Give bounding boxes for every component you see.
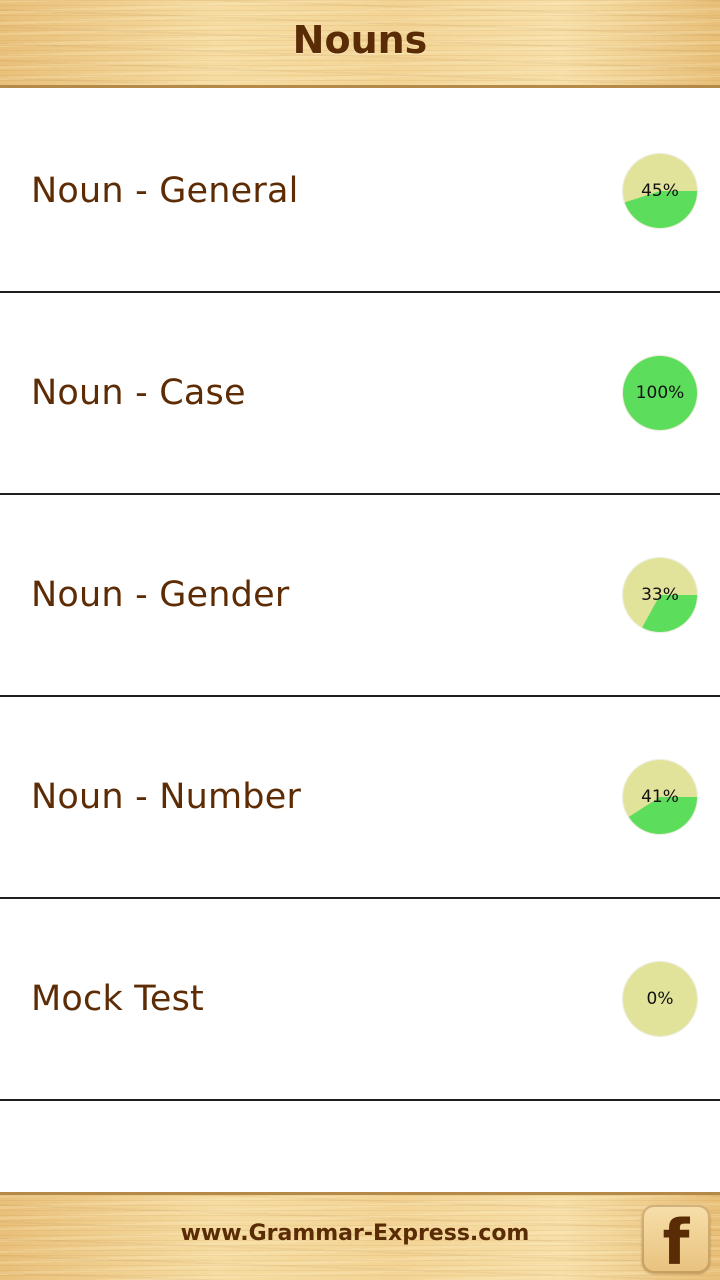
topic-row-general[interactable]: Noun - General 45% bbox=[0, 91, 720, 293]
facebook-button[interactable]: f bbox=[642, 1205, 710, 1279]
topic-label: Noun - General bbox=[31, 171, 299, 211]
topic-label: Mock Test bbox=[31, 979, 204, 1019]
topic-label: Noun - Gender bbox=[31, 575, 290, 615]
website-link[interactable]: www.Grammar-Express.com bbox=[0, 1221, 720, 1246]
progress-pie: 33% bbox=[623, 558, 697, 632]
progress-pie: 45% bbox=[623, 154, 697, 228]
topic-label: Noun - Case bbox=[31, 373, 246, 413]
footer-bar: www.Grammar-Express.com f bbox=[0, 1192, 720, 1280]
facebook-icon: f bbox=[662, 1206, 690, 1279]
topic-row-mock-test[interactable]: Mock Test 0% bbox=[0, 899, 720, 1101]
progress-pie: 0% bbox=[623, 962, 697, 1036]
progress-percent: 0% bbox=[646, 989, 674, 1009]
progress-percent: 41% bbox=[641, 787, 679, 807]
topic-label: Noun - Number bbox=[31, 777, 302, 817]
topic-row-gender[interactable]: Noun - Gender 33% bbox=[0, 495, 720, 697]
app-screen: Nouns Noun - General 45% Noun - Case 100… bbox=[0, 0, 720, 1280]
topic-row-number[interactable]: Noun - Number 41% bbox=[0, 697, 720, 899]
progress-percent: 100% bbox=[635, 383, 685, 403]
page-title: Nouns bbox=[292, 17, 428, 62]
title-bar: Nouns bbox=[0, 0, 720, 88]
progress-pie: 41% bbox=[623, 760, 697, 834]
progress-percent: 33% bbox=[641, 585, 679, 605]
topic-list: Noun - General 45% Noun - Case 100% Noun… bbox=[0, 91, 720, 1101]
progress-pie: 100% bbox=[623, 356, 697, 430]
progress-percent: 45% bbox=[641, 181, 679, 201]
topic-row-case[interactable]: Noun - Case 100% bbox=[0, 293, 720, 495]
